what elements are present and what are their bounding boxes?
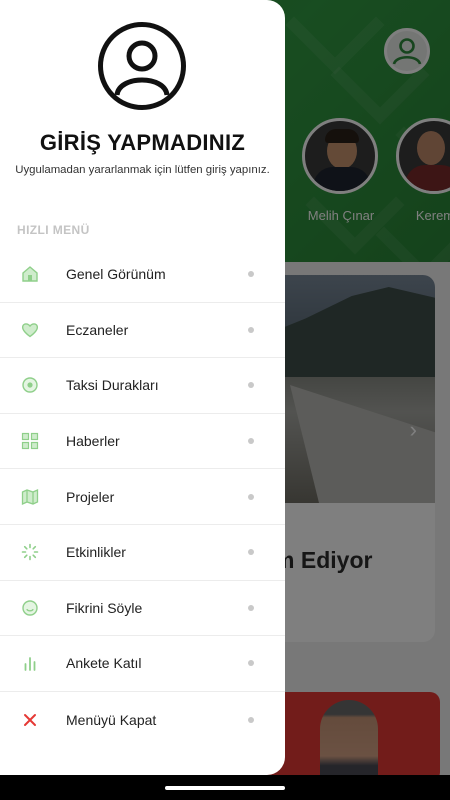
menu-item-taksi-duraklari[interactable]: Taksi Durakları	[0, 358, 285, 414]
map-icon	[21, 488, 39, 506]
quick-menu: Genel Görünüm Eczaneler Taksi Durakları …	[0, 247, 285, 747]
heart-icon	[21, 321, 39, 339]
home-indicator[interactable]	[165, 786, 285, 790]
menu-item-label: Menüyü Kapat	[66, 711, 157, 728]
dot-indicator	[248, 326, 254, 333]
dot-indicator	[248, 271, 254, 278]
menu-item-eczaneler[interactable]: Eczaneler	[0, 303, 285, 359]
user-avatar-icon	[97, 21, 187, 111]
dot-indicator	[248, 716, 254, 723]
target-icon	[21, 376, 39, 394]
menu-item-label: Genel Görünüm	[66, 266, 166, 283]
menu-item-etkinlikler[interactable]: Etkinlikler	[0, 525, 285, 581]
menu-item-menuyu-kapat[interactable]: Menüyü Kapat	[0, 692, 285, 748]
home-icon	[21, 265, 39, 283]
menu-item-label: Etkinlikler	[66, 544, 126, 561]
menu-item-projeler[interactable]: Projeler	[0, 469, 285, 525]
grid-icon	[21, 432, 39, 450]
dot-indicator	[248, 660, 254, 667]
login-status-title: GİRİŞ YAPMADINIZ	[39, 130, 246, 155]
smile-icon	[21, 599, 39, 617]
menu-item-label: Eczaneler	[66, 321, 129, 338]
bar-chart-icon	[21, 654, 39, 672]
loader-icon	[21, 543, 39, 561]
dot-indicator	[248, 382, 254, 389]
menu-item-ankete-katil[interactable]: Ankete Katıl	[0, 636, 285, 692]
side-drawer: GİRİŞ YAPMADINIZ Uygulamadan yararlanmak…	[0, 0, 285, 775]
menu-item-label: Haberler	[66, 433, 120, 450]
dot-indicator	[248, 493, 254, 500]
dot-indicator	[248, 549, 254, 556]
menu-item-label: Fikrini Söyle	[66, 599, 143, 616]
menu-item-label: Projeler	[66, 488, 115, 505]
dot-indicator	[248, 438, 254, 445]
menu-item-label: Ankete Katıl	[66, 655, 142, 672]
menu-item-genel-gorunum[interactable]: Genel Görünüm	[0, 247, 285, 303]
menu-item-label: Taksi Durakları	[66, 377, 159, 394]
menu-item-fikrini-soyle[interactable]: Fikrini Söyle	[0, 581, 285, 637]
dot-indicator	[248, 604, 254, 611]
quick-menu-label: HIZLI MENÜ	[17, 223, 90, 237]
close-icon	[21, 711, 39, 729]
login-hint: Uygulamadan yararlanmak için lütfen giri…	[15, 164, 270, 176]
menu-item-haberler[interactable]: Haberler	[0, 414, 285, 470]
